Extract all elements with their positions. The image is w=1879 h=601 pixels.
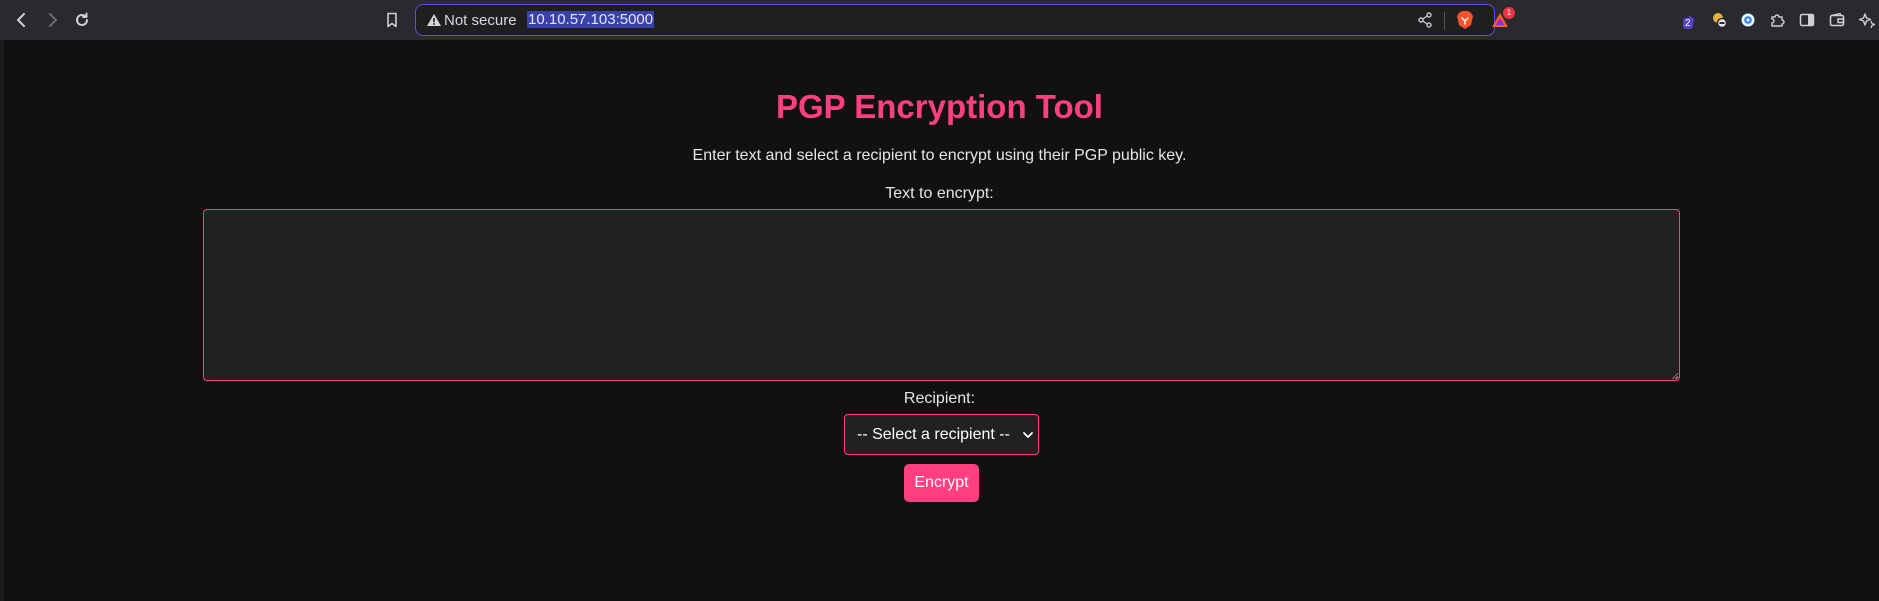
recipient-label: Recipient: xyxy=(903,390,976,407)
extension-badge: 2 xyxy=(1683,18,1693,29)
recipient-select[interactable]: -- Select a recipient -- xyxy=(844,414,1039,455)
separator xyxy=(1444,12,1445,30)
security-label[interactable]: Not secure xyxy=(444,12,517,29)
url-text[interactable]: 10.10.57.103:5000 xyxy=(527,11,655,28)
share-icon[interactable] xyxy=(1416,11,1434,29)
bookmark-icon[interactable] xyxy=(380,8,404,32)
puzzle-icon[interactable] xyxy=(1765,8,1789,32)
text-to-encrypt-input[interactable] xyxy=(203,209,1680,381)
warning-icon[interactable] xyxy=(426,13,442,27)
forward-icon[interactable] xyxy=(40,8,64,32)
intro-text: Enter text and select a recipient to enc… xyxy=(692,147,1187,164)
extension-icon[interactable] xyxy=(1708,8,1732,32)
address-bar[interactable]: Not secure 10.10.57.103:5000 1 xyxy=(415,4,1515,36)
back-icon[interactable] xyxy=(10,8,34,32)
leo-ai-icon[interactable] xyxy=(1855,8,1879,32)
browser-toolbar: Not secure 10.10.57.103:5000 1 2 xyxy=(0,0,1879,40)
chevron-down-icon xyxy=(1023,432,1033,438)
brave-shield-icon[interactable] xyxy=(1456,10,1474,30)
encrypt-button[interactable]: Encrypt xyxy=(904,464,979,502)
extension-icon[interactable] xyxy=(1736,8,1760,32)
wallet-icon[interactable] xyxy=(1825,8,1849,32)
resize-grip-icon[interactable] xyxy=(1670,371,1679,380)
recipient-selected-value: -- Select a recipient -- xyxy=(857,425,1010,443)
rewards-badge: 1 xyxy=(1503,7,1515,19)
sidebar-icon[interactable] xyxy=(1795,8,1819,32)
page-title: PGP Encryption Tool xyxy=(776,88,1103,125)
text-to-encrypt-label: Text to encrypt: xyxy=(885,185,994,202)
reload-icon[interactable] xyxy=(70,8,94,32)
